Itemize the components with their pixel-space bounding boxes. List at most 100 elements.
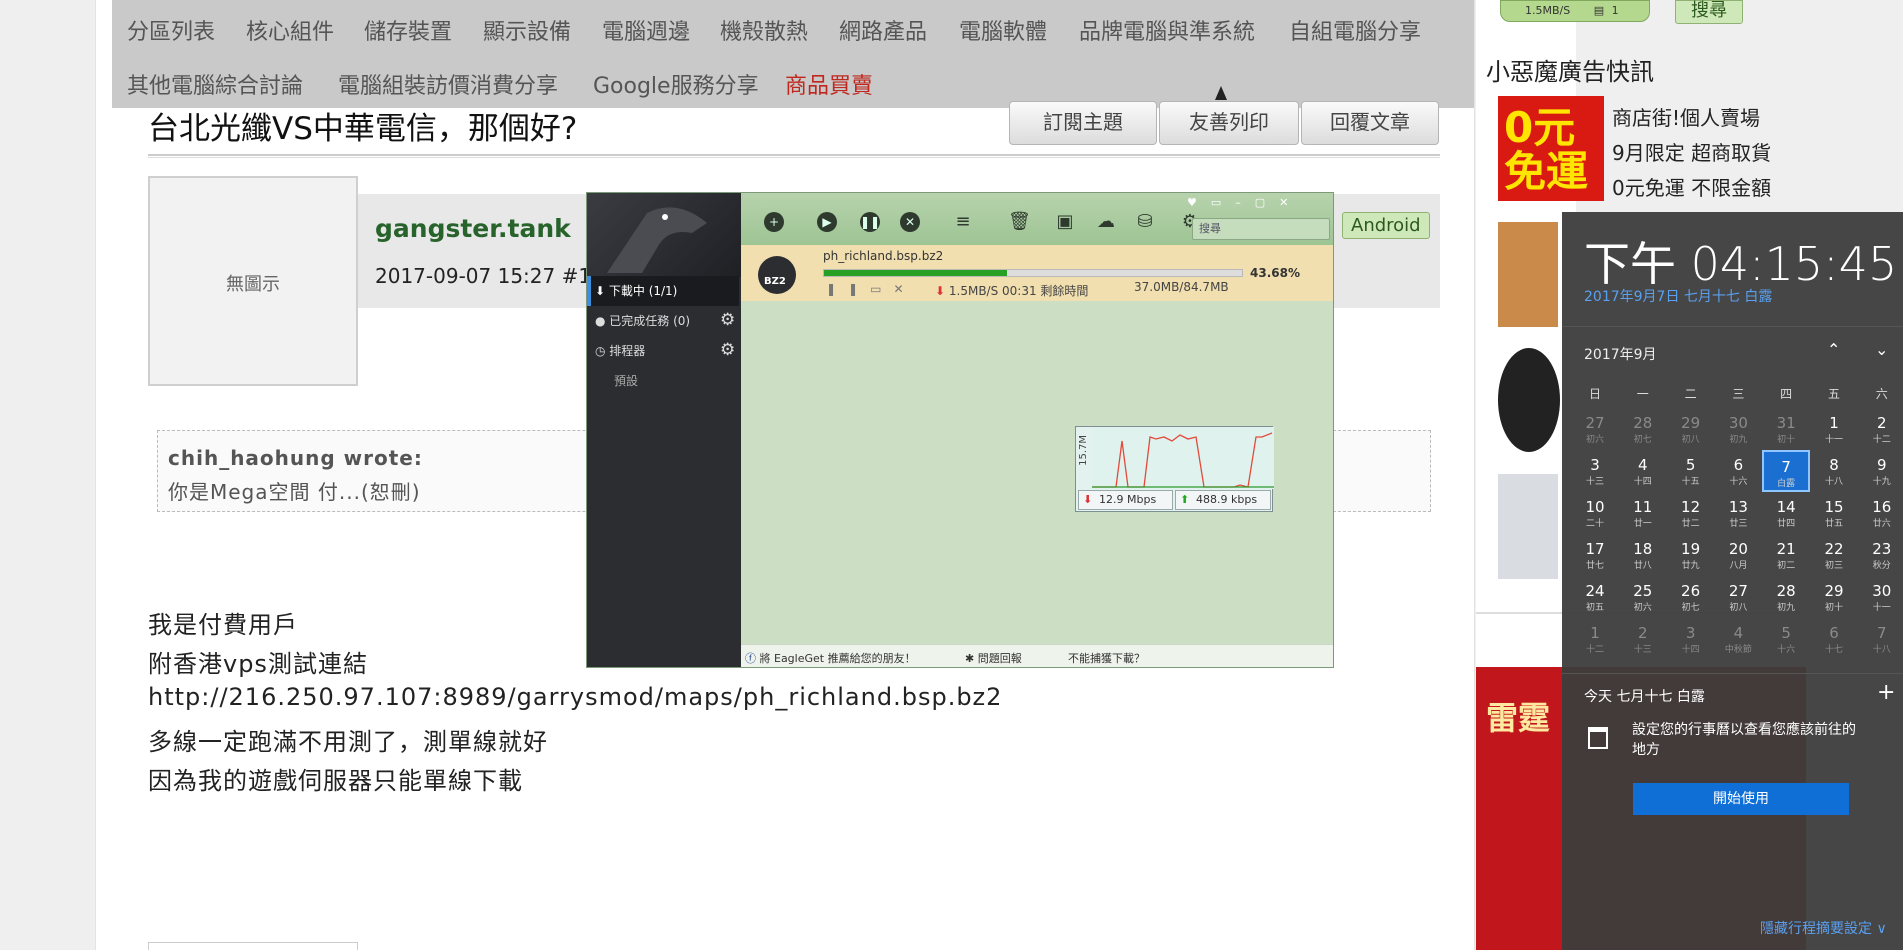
- cloud-download-icon[interactable]: ☁: [1096, 212, 1116, 232]
- calendar-day[interactable]: 2 十三: [1619, 618, 1667, 660]
- calendar-day[interactable]: 3 十三: [1571, 450, 1619, 492]
- ad-link[interactable]: 9月限定 超商取貨: [1612, 137, 1771, 166]
- gear-icon[interactable]: ⚙: [720, 310, 735, 330]
- calendar-day[interactable]: 8 十八: [1810, 450, 1858, 492]
- calendar-day[interactable]: 4 中秋節: [1714, 618, 1762, 660]
- calendar-day[interactable]: 10 二十: [1571, 492, 1619, 534]
- calendar-day[interactable]: 27 初六: [1571, 408, 1619, 450]
- nav-item-marketplace[interactable]: 商品買賣: [785, 68, 873, 100]
- get-started-button[interactable]: 開始使用: [1633, 783, 1849, 815]
- calendar-day[interactable]: 13 廿三: [1714, 492, 1762, 534]
- day-number: 4: [1638, 456, 1648, 474]
- nav-item[interactable]: 核心組件: [246, 14, 334, 46]
- nav-item[interactable]: 儲存裝置: [364, 14, 452, 46]
- chevron-down-icon[interactable]: ⌄: [1875, 340, 1888, 359]
- delete-icon[interactable]: 🗑: [1008, 212, 1031, 232]
- post-link[interactable]: http://216.250.97.107:8989/garrysmod/map…: [148, 683, 1002, 711]
- calendar-day[interactable]: 30 初九: [1714, 408, 1762, 450]
- add-event-icon[interactable]: +: [1877, 680, 1895, 705]
- day-number: 5: [1685, 456, 1696, 474]
- clock-date[interactable]: 2017年9月7日 七月十七 白露: [1584, 286, 1772, 306]
- calendar-day[interactable]: 4 十四: [1619, 450, 1667, 492]
- calendar-day[interactable]: 27 初八: [1714, 576, 1762, 618]
- pause-icon[interactable]: ❚❚: [860, 212, 880, 232]
- calendar-day[interactable]: 29 初八: [1667, 408, 1715, 450]
- sidebar-item-completed[interactable]: ● 已完成任務 (0): [595, 312, 690, 329]
- feedback-link[interactable]: ✱ 問題回報: [965, 650, 1022, 666]
- calendar-day[interactable]: 9 十九: [1858, 450, 1903, 492]
- database-icon[interactable]: ⛁: [1135, 212, 1155, 232]
- chevron-up-icon[interactable]: ⌃: [1827, 340, 1840, 359]
- search-button[interactable]: 搜尋: [1675, 0, 1743, 24]
- nav-item[interactable]: 網路產品: [839, 14, 927, 46]
- calendar-day[interactable]: 1 十一: [1810, 408, 1858, 450]
- avatar[interactable]: 無圖示: [148, 176, 358, 386]
- subscribe-button[interactable]: 訂閱主題: [1009, 101, 1157, 145]
- nav-item[interactable]: 分區列表: [127, 14, 215, 46]
- calendar-month[interactable]: 2017年9月: [1584, 344, 1657, 364]
- calendar-day[interactable]: 15 廿五: [1810, 492, 1858, 534]
- username[interactable]: gangster.tank: [375, 214, 571, 243]
- sidebar-item-default[interactable]: 預設: [614, 372, 638, 389]
- calendar-day[interactable]: 28 初九: [1762, 576, 1810, 618]
- ad-thumbnail[interactable]: [1498, 348, 1560, 452]
- calendar-day[interactable]: 16 廿六: [1858, 492, 1903, 534]
- sort-icon[interactable]: ≡: [953, 212, 973, 232]
- download-widget[interactable]: 1.5MB/S ▤ 1: [1500, 0, 1650, 22]
- calendar-day[interactable]: 5 十六: [1762, 618, 1810, 660]
- calendar-day[interactable]: 29 初十: [1810, 576, 1858, 618]
- recommend-link[interactable]: ⓕ 將 EagleGet 推薦給您的朋友！: [745, 650, 916, 666]
- reply-button[interactable]: 回覆文章: [1301, 101, 1439, 145]
- nav-item[interactable]: 品牌電腦與準系統: [1079, 14, 1255, 46]
- calendar-day[interactable]: 22 初三: [1810, 534, 1858, 576]
- capture-help-link[interactable]: 不能捕獲下載？: [1068, 650, 1145, 666]
- calendar-day[interactable]: 2 十二: [1858, 408, 1903, 450]
- calendar-day[interactable]: 5 十五: [1667, 450, 1715, 492]
- calendar-day[interactable]: 28 初七: [1619, 408, 1667, 450]
- gear-icon[interactable]: ⚙: [720, 340, 735, 360]
- nav-item[interactable]: 電腦組裝訪價消費分享: [338, 68, 558, 100]
- calendar-day[interactable]: 17 廿七: [1571, 534, 1619, 576]
- nav-item[interactable]: Google服務分享: [593, 68, 759, 100]
- nav-item[interactable]: 自組電腦分享: [1289, 14, 1421, 46]
- nav-item[interactable]: 其他電腦綜合討論: [127, 68, 303, 100]
- calendar-day[interactable]: 6 十六: [1714, 450, 1762, 492]
- row-controls[interactable]: ❚❚▭✕: [826, 282, 916, 296]
- calendar-day[interactable]: 25 初六: [1619, 576, 1667, 618]
- hide-agenda-link[interactable]: 隱藏行程摘要設定 ∨: [1760, 918, 1887, 938]
- calendar-day[interactable]: 20 八月: [1714, 534, 1762, 576]
- stop-icon[interactable]: ✕: [900, 212, 920, 232]
- video-icon[interactable]: ▣: [1055, 212, 1075, 232]
- window-controls[interactable]: ♥▭–▢✕: [1187, 196, 1302, 209]
- sidebar-item-scheduler[interactable]: ◷ 排程器: [595, 342, 645, 359]
- calendar-day[interactable]: 31 初十: [1762, 408, 1810, 450]
- calendar-day[interactable]: 21 初二: [1762, 534, 1810, 576]
- nav-item[interactable]: 機殼散熱: [720, 14, 808, 46]
- calendar-day[interactable]: 14 廿四: [1762, 492, 1810, 534]
- ad-thumbnail[interactable]: [1498, 474, 1558, 579]
- calendar-day[interactable]: 11 廿一: [1619, 492, 1667, 534]
- search-input[interactable]: 搜尋: [1192, 218, 1330, 240]
- ad-link[interactable]: 商店街!個人賣場: [1612, 102, 1760, 131]
- calendar-day[interactable]: 7 十八: [1858, 618, 1903, 660]
- print-button[interactable]: 友善列印: [1159, 101, 1299, 145]
- calendar-day[interactable]: 6 十七: [1810, 618, 1858, 660]
- nav-item[interactable]: 顯示設備: [483, 14, 571, 46]
- calendar-day[interactable]: 19 廿九: [1667, 534, 1715, 576]
- ad-thumbnail[interactable]: [1498, 222, 1558, 327]
- calendar-day[interactable]: 18 廿八: [1619, 534, 1667, 576]
- calendar-day[interactable]: 24 初五: [1571, 576, 1619, 618]
- calendar-day[interactable]: 23 秋分: [1858, 534, 1903, 576]
- add-icon[interactable]: +: [764, 212, 784, 232]
- calendar-day[interactable]: 3 十四: [1667, 618, 1715, 660]
- calendar-day-today[interactable]: 7 白露: [1762, 450, 1811, 492]
- calendar-day[interactable]: 30 十一: [1858, 576, 1903, 618]
- ad-link[interactable]: 0元免運 不限金額: [1612, 172, 1771, 201]
- nav-item[interactable]: 電腦軟體: [959, 14, 1047, 46]
- play-icon[interactable]: ▶: [817, 212, 837, 232]
- calendar-day[interactable]: 1 十二: [1571, 618, 1619, 660]
- nav-item[interactable]: 電腦週邊: [602, 14, 690, 46]
- ad-image[interactable]: 0元 免運: [1498, 96, 1604, 201]
- calendar-day[interactable]: 26 初七: [1667, 576, 1715, 618]
- calendar-day[interactable]: 12 廿二: [1667, 492, 1715, 534]
